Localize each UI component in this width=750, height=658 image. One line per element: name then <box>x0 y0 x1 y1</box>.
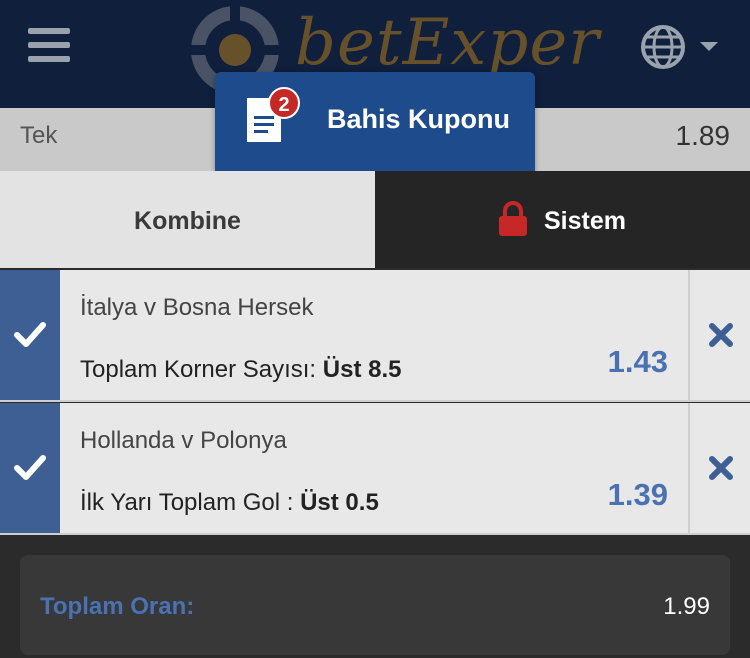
single-bet-label: Tek <box>20 122 58 149</box>
tab-system[interactable]: Sistem <box>375 171 750 268</box>
match-name: İtalya v Bosna Hersek <box>80 294 314 321</box>
bet-row: İtalya v Bosna Hersek Toplam Korner Sayı… <box>0 270 750 402</box>
match-name: Hollanda v Polonya <box>80 427 287 454</box>
market-line: Toplam Korner Sayısı: Üst 8.5 <box>80 356 401 384</box>
close-icon <box>709 323 733 347</box>
bet-row: Hollanda v Polonya İlk Yarı Toplam Gol :… <box>0 403 750 535</box>
tab-combine[interactable]: Kombine <box>0 171 375 268</box>
total-odds-label: Toplam Oran: <box>40 593 195 620</box>
market-name: İlk Yarı Toplam Gol : <box>80 489 301 516</box>
bet-slip-label: Bahis Kuponu <box>327 104 510 134</box>
tab-combine-label: Kombine <box>134 207 241 235</box>
globe-icon[interactable] <box>640 24 686 70</box>
bet-odds: 1.39 <box>607 477 668 512</box>
lock-icon <box>499 201 527 236</box>
selection: Üst 0.5 <box>300 489 379 516</box>
market-name: Toplam Korner Sayısı: <box>80 356 323 383</box>
language-dropdown-chevron-icon[interactable] <box>700 42 718 51</box>
remove-bet-button[interactable] <box>688 270 750 400</box>
logo-text: betExper <box>295 6 600 80</box>
hamburger-menu-icon[interactable] <box>28 26 70 64</box>
total-odds-box: Toplam Oran: 1.99 <box>20 555 730 655</box>
bet-odds: 1.43 <box>607 344 668 379</box>
checkmark-icon <box>14 455 46 480</box>
close-icon <box>709 456 733 480</box>
checkmark-icon <box>14 322 46 347</box>
bet-type-tabs: Kombine Sistem <box>0 171 750 268</box>
single-bet-odds: 1.89 <box>675 120 731 151</box>
bet-select-toggle[interactable] <box>0 403 60 533</box>
bet-select-toggle[interactable] <box>0 270 60 400</box>
bet-count-badge: 2 <box>268 87 300 119</box>
bet-slip-button[interactable]: 2 Bahis Kuponu <box>215 72 535 172</box>
market-line: İlk Yarı Toplam Gol : Üst 0.5 <box>80 489 379 517</box>
tab-system-label: Sistem <box>544 207 626 235</box>
remove-bet-button[interactable] <box>688 403 750 533</box>
selection: Üst 8.5 <box>322 356 402 383</box>
total-odds-value: 1.99 <box>663 593 710 620</box>
